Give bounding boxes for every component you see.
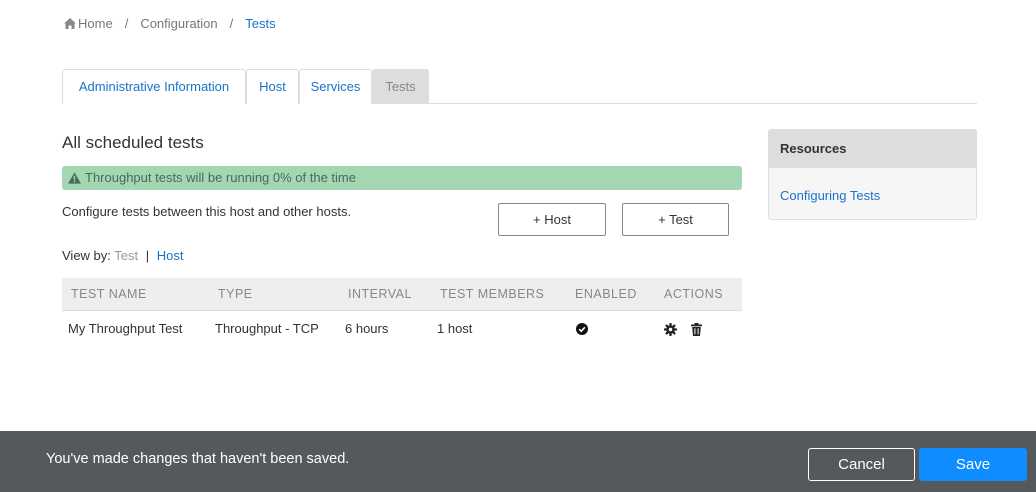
home-icon[interactable]: [64, 17, 76, 29]
view-by-divider: |: [145, 248, 150, 263]
breadcrumb-separator: /: [124, 15, 129, 31]
column-header-type[interactable]: TYPE: [209, 278, 339, 310]
breadcrumb-configuration-link[interactable]: Configuration: [140, 16, 217, 31]
add-test-button[interactable]: + Test: [622, 203, 729, 236]
tab-administrative-information[interactable]: Administrative Information: [62, 69, 246, 104]
breadcrumb-current[interactable]: Tests: [245, 16, 275, 31]
add-host-button[interactable]: + Host: [498, 203, 606, 236]
test-name-cell[interactable]: My Throughput Test: [62, 310, 209, 346]
column-header-interval[interactable]: INTERVAL: [339, 278, 431, 310]
resources-panel: Resources Configuring Tests: [768, 129, 977, 220]
warning-icon: [68, 172, 81, 184]
view-by-test-option[interactable]: Test: [114, 248, 138, 263]
tab-tests[interactable]: Tests: [372, 69, 429, 104]
view-by-selector: View by: Test | Host: [62, 248, 184, 263]
tests-description: Configure tests between this host and ot…: [62, 204, 352, 219]
column-header-enabled[interactable]: ENABLED: [566, 278, 655, 310]
unsaved-changes-message: You've made changes that haven't been sa…: [46, 451, 350, 467]
column-header-test-members[interactable]: TEST MEMBERS: [431, 278, 566, 310]
check-circle-icon[interactable]: [576, 323, 588, 336]
view-by-label: View by:: [62, 248, 111, 263]
save-button[interactable]: Save: [919, 448, 1027, 481]
test-interval-cell: 6 hours: [345, 320, 389, 336]
configuring-tests-link[interactable]: Configuring Tests: [780, 188, 880, 203]
view-by-host-option[interactable]: Host: [157, 248, 184, 263]
test-actions-cell: [655, 310, 742, 346]
gear-icon[interactable]: [664, 322, 677, 336]
cancel-button[interactable]: Cancel: [808, 448, 915, 481]
breadcrumb-home-link[interactable]: Home: [78, 16, 113, 31]
column-header-actions: ACTIONS: [664, 286, 724, 301]
test-enabled-cell: [566, 310, 655, 346]
trash-icon[interactable]: [690, 322, 702, 336]
tab-host[interactable]: Host: [246, 69, 299, 104]
unsaved-changes-bar: You've made changes that haven't been sa…: [0, 431, 1036, 492]
resources-title: Resources: [769, 130, 976, 168]
table-row: My Throughput Test Throughput - TCP 6 ho…: [62, 310, 742, 346]
tab-services[interactable]: Services: [299, 69, 372, 104]
alert-text: Throughput tests will be running 0% of t…: [85, 170, 356, 185]
page-title: All scheduled tests: [62, 133, 204, 152]
breadcrumb: Home / Configuration / Tests: [64, 14, 276, 32]
throughput-alert: Throughput tests will be running 0% of t…: [62, 166, 742, 190]
breadcrumb-separator: /: [229, 15, 234, 31]
tab-bar: Administrative Information Host Services…: [62, 69, 977, 104]
test-members-cell: 1 host: [437, 320, 473, 336]
tests-table: TEST NAME TYPE INTERVAL TEST MEMBERS ENA…: [62, 278, 742, 346]
test-type-cell: Throughput - TCP: [215, 320, 319, 336]
column-header-test-name[interactable]: TEST NAME: [62, 278, 209, 310]
table-header-row: TEST NAME TYPE INTERVAL TEST MEMBERS ENA…: [62, 278, 742, 310]
